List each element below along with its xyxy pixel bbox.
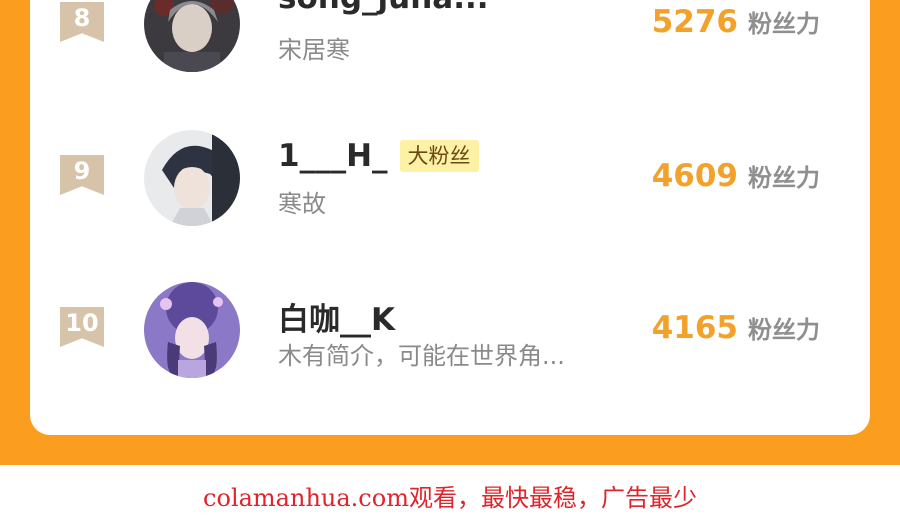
fan-power-label: 粉丝力 (748, 10, 820, 38)
watermark-text: colamanhua.com观看，最快最稳，广告最少 (203, 484, 697, 512)
user-name[interactable]: 白咖__K (278, 294, 395, 339)
fan-power-label: 粉丝力 (748, 316, 820, 344)
big-fan-badge: 大粉丝 (399, 140, 479, 172)
user-bio: 木有简介，可能在世界角... (278, 342, 565, 370)
user-bio: 寒故 (278, 190, 326, 218)
list-item[interactable]: 9 1___H_ 大粉丝 寒故 4609 粉丝力 (30, 128, 870, 238)
avatar[interactable] (144, 0, 240, 72)
user-bio: 宋居寒 (278, 36, 350, 64)
fan-power-label: 粉丝力 (748, 164, 820, 192)
rank-number: 10 (65, 309, 99, 337)
list-item[interactable]: 10 白咖__K 木有简介，可能在世界角... 4165 粉丝力 (30, 280, 870, 390)
rank-badge-icon: 9 (60, 155, 104, 195)
leaderboard-frame: 8 song_juna... 宋居寒 5276 粉丝力 (0, 0, 900, 465)
fan-power-score: 4165 (651, 310, 738, 346)
rank-badge-icon: 10 (60, 307, 104, 347)
user-name[interactable]: 1___H_ (278, 138, 388, 174)
leaderboard-card: 8 song_juna... 宋居寒 5276 粉丝力 (30, 0, 870, 435)
rank-badge-icon: 8 (60, 2, 104, 42)
avatar[interactable] (144, 282, 240, 378)
fan-power-score: 4609 (651, 158, 738, 194)
rank-number: 9 (73, 157, 91, 185)
user-name[interactable]: song_juna... (278, 0, 489, 16)
list-item[interactable]: 8 song_juna... 宋居寒 5276 粉丝力 (30, 0, 870, 90)
avatar[interactable] (144, 130, 240, 226)
rank-number: 8 (73, 4, 91, 32)
fan-power-score: 5276 (651, 4, 738, 40)
